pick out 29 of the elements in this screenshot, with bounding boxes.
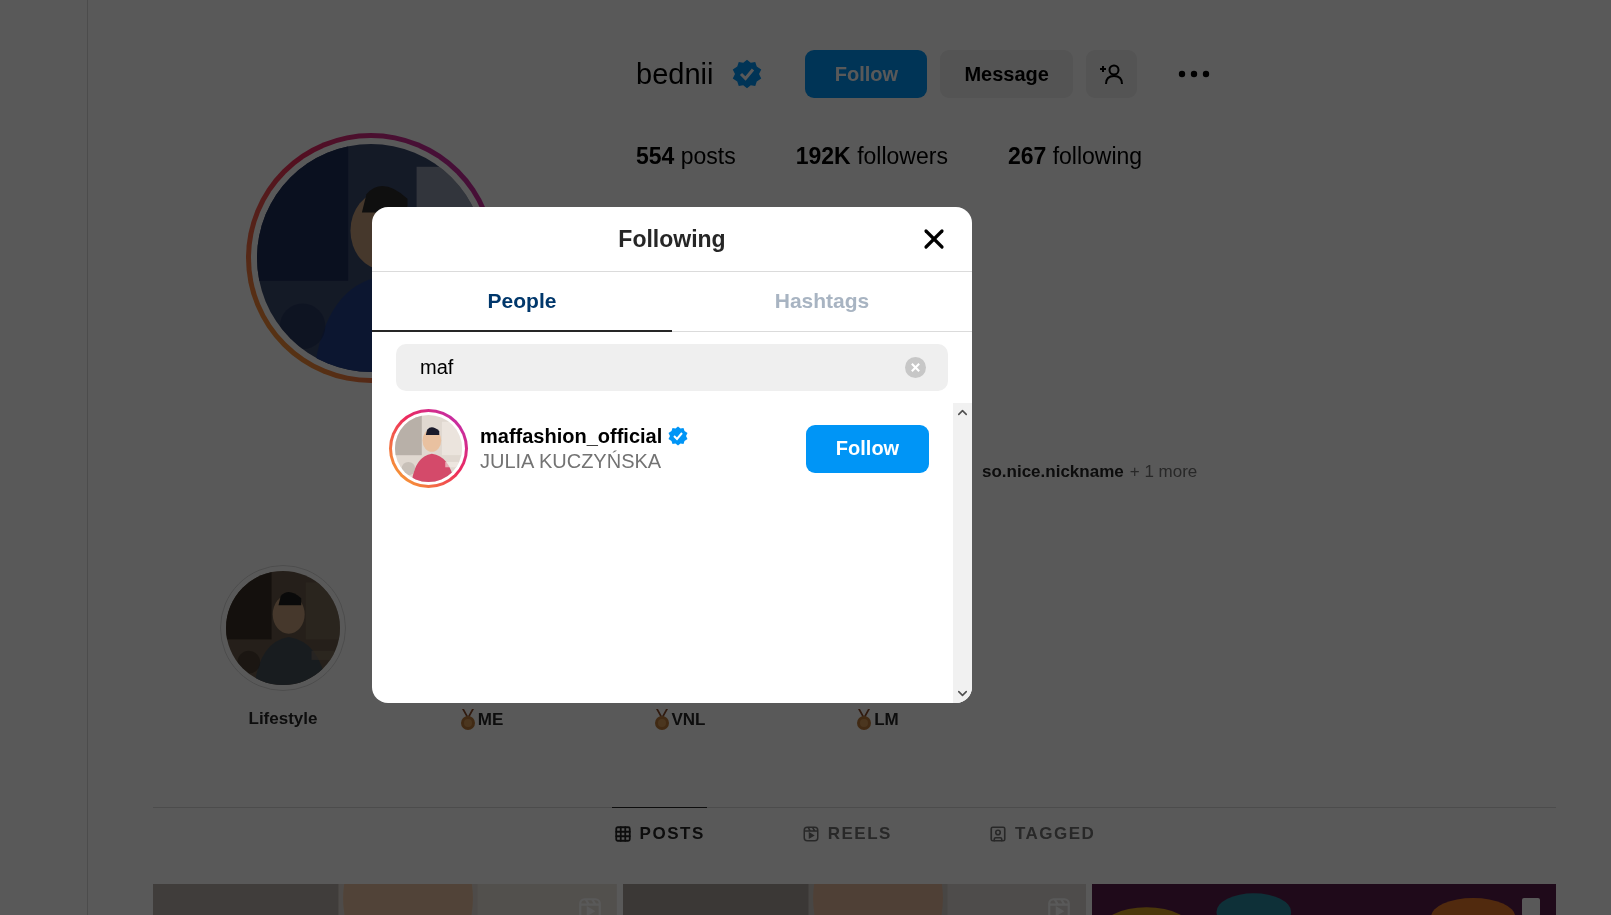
dialog-tab[interactable]: People [372, 272, 672, 332]
message-button[interactable]: Message [940, 50, 1073, 98]
highlight-title[interactable]: LM [874, 710, 899, 730]
profile-stat[interactable]: 192K followers [795, 143, 948, 170]
highlight-title[interactable]: ME [477, 710, 504, 730]
profile-tab[interactable]: POSTS [611, 807, 707, 859]
medal-icon [855, 709, 874, 731]
account-full-name: JULIA KUCZYŃSKA [480, 449, 663, 473]
follow-button[interactable]: Follow [806, 424, 929, 473]
highlight-title[interactable]: Lifestyle [248, 709, 318, 729]
reels-icon [801, 824, 820, 843]
follower-name[interactable]: so.nice.nickname [982, 462, 1124, 482]
medal-icon [458, 709, 477, 731]
tagged-user-icon [988, 824, 1007, 843]
follow-button[interactable]: Follow [805, 50, 928, 98]
profile-stat[interactable]: 554 posts [636, 143, 736, 170]
tab-label: POSTS [639, 823, 705, 844]
dialog-tab[interactable]: Hashtags [672, 272, 972, 332]
account-username[interactable]: maffashion_official [480, 424, 663, 448]
highlight-title[interactable]: VNL [671, 710, 706, 730]
more-icon [1177, 70, 1210, 78]
dialog-title: Following [618, 225, 726, 253]
scrollbar[interactable] [953, 403, 972, 703]
profile-stat[interactable]: 267 following [1007, 143, 1143, 170]
add-person-icon [1099, 63, 1124, 85]
suggest-button[interactable] [1085, 50, 1137, 98]
profile-username: bednii [636, 57, 714, 91]
medal-icon [652, 709, 671, 731]
grid-icon [613, 824, 632, 843]
